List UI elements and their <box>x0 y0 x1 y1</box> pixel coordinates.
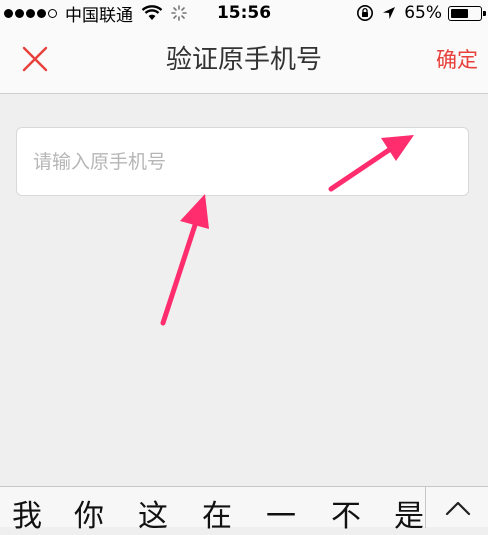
navigation-bar: 验证原手机号 确定 <box>0 26 488 94</box>
keyboard-candidate-bar: 我 你 这 在 一 不 是 <box>0 486 488 534</box>
original-phone-input[interactable] <box>16 127 469 196</box>
candidate-list: 我 你 这 在 一 不 是 <box>0 487 425 534</box>
page-title: 验证原手机号 <box>165 45 322 75</box>
battery-icon <box>448 5 486 21</box>
expand-candidates-button[interactable] <box>425 487 488 528</box>
candidate-word[interactable]: 这 <box>138 491 168 535</box>
status-bar: 中国联通 15:56 65% <box>0 0 488 26</box>
candidate-word[interactable]: 你 <box>74 491 104 535</box>
candidate-word[interactable]: 是 <box>394 491 424 535</box>
candidate-word[interactable]: 在 <box>202 491 232 535</box>
status-right: 65% <box>356 0 486 26</box>
battery-percentage: 65% <box>404 3 442 23</box>
arrow-to-input-icon <box>160 194 209 326</box>
chevron-up-icon <box>445 501 471 516</box>
candidate-word[interactable]: 我 <box>12 491 42 535</box>
candidate-word[interactable]: 不 <box>331 491 361 535</box>
candidate-word[interactable]: 一 <box>266 491 296 535</box>
orientation-lock-icon <box>357 5 374 21</box>
confirm-button[interactable]: 确定 <box>436 26 478 94</box>
location-arrow-icon <box>383 7 396 19</box>
